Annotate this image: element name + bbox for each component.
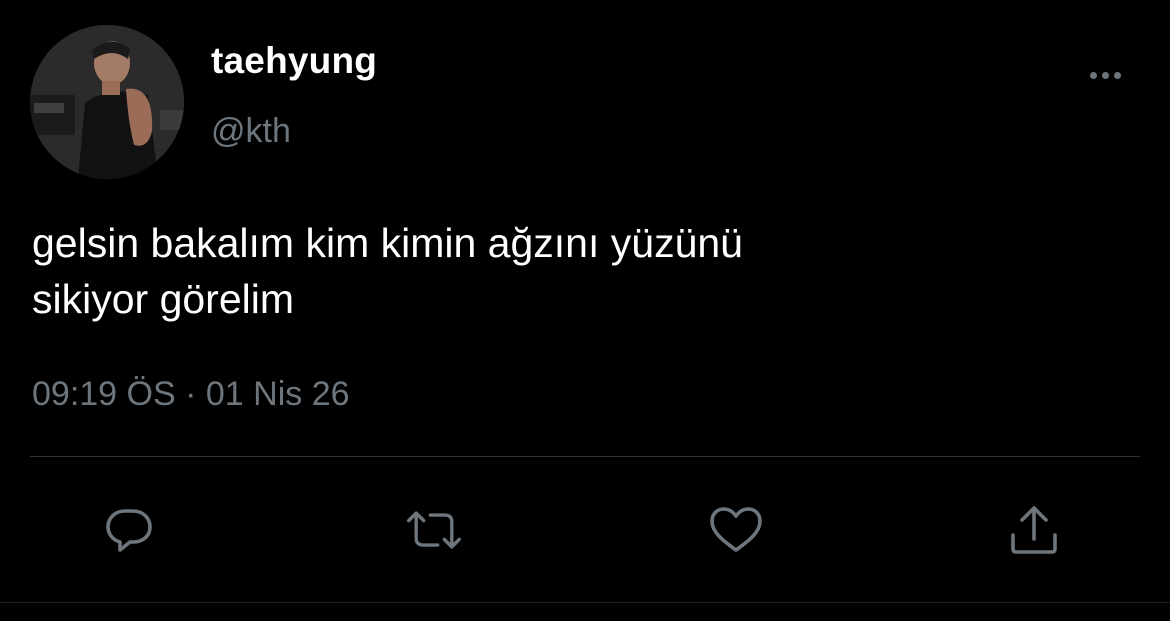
tweet-timestamp[interactable]: 09:19 ÖS · 01 Nis 26 [32, 375, 350, 414]
tweet-text: gelsin bakalım kim kimin ağzını yüzünü s… [32, 215, 1132, 327]
display-name[interactable]: taehyung [211, 40, 377, 82]
like-button[interactable] [706, 502, 766, 558]
avatar[interactable] [30, 25, 184, 179]
share-button[interactable] [1004, 502, 1064, 558]
tweet-text-line-1: gelsin bakalım kim kimin ağzını yüzünü [32, 220, 743, 266]
tweet-time: 09:19 ÖS [32, 375, 176, 413]
reply-button[interactable] [99, 502, 159, 558]
more-icon-dot [1113, 71, 1121, 79]
more-icon-dot [1101, 71, 1109, 79]
more-options-button[interactable] [1082, 62, 1128, 88]
user-handle[interactable]: @kth [211, 112, 291, 151]
bottom-divider [0, 602, 1170, 603]
reply-icon [106, 509, 152, 552]
avatar-photo [30, 25, 184, 179]
tweet-text-line-2: sikiyor görelim [32, 276, 294, 322]
share-icon [1011, 506, 1057, 554]
heart-icon [710, 507, 762, 552]
retweet-icon [407, 511, 461, 549]
retweet-button[interactable] [404, 502, 464, 558]
divider [30, 456, 1140, 457]
timestamp-separator: · [185, 375, 197, 413]
more-icon [1089, 71, 1097, 79]
tweet-date: 01 Nis 26 [205, 375, 350, 413]
